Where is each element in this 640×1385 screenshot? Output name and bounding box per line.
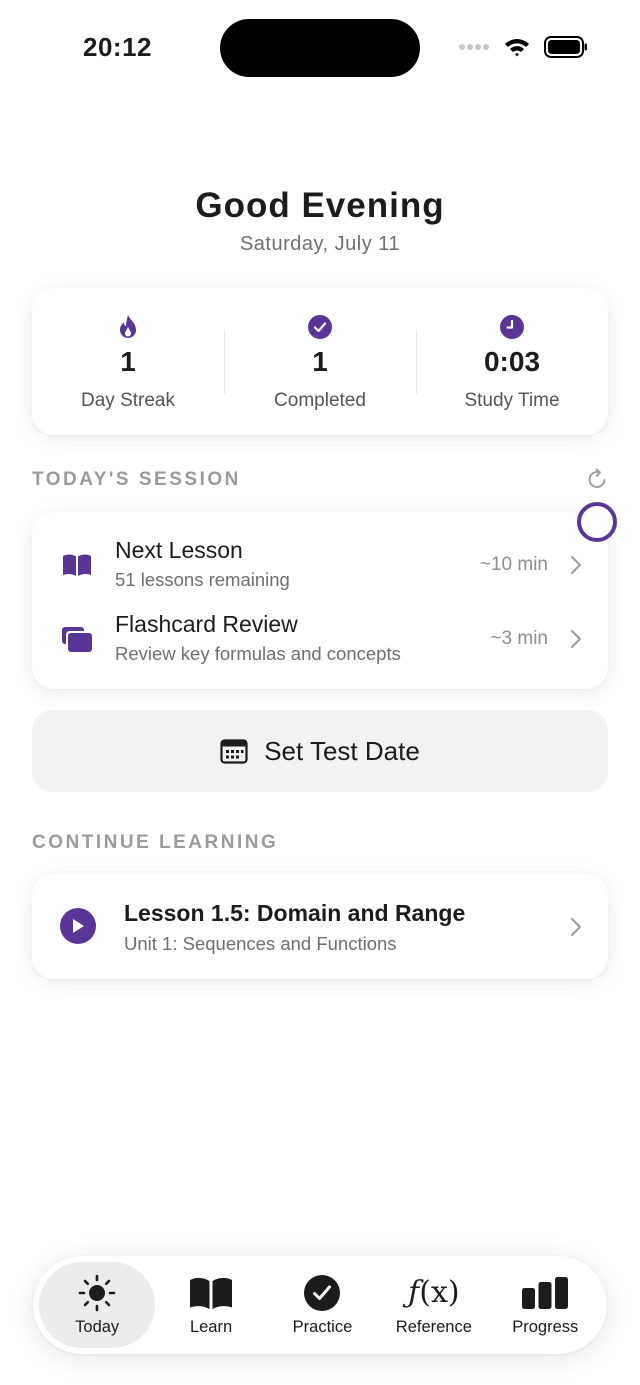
date-label: Saturday, July 11	[239, 233, 401, 255]
tab-practice[interactable]: Practice	[267, 1262, 378, 1348]
stat-label: Day Streak	[81, 390, 175, 411]
greeting-title: Good Evening	[195, 186, 445, 225]
status-bar: 20:12	[0, 0, 640, 100]
book-icon	[190, 1277, 233, 1309]
session-item-title: Flashcard Review	[115, 611, 298, 637]
refresh-button[interactable]	[584, 466, 610, 492]
tab-label: Learn	[189, 1317, 233, 1336]
stat-completed: 1 Completed	[224, 288, 416, 435]
continue-lesson-card[interactable]: Lesson 1.5: Domain and Range Unit 1: Seq…	[32, 874, 608, 979]
tab-today[interactable]: Today	[39, 1262, 156, 1348]
flame-icon	[120, 315, 136, 338]
calendar-icon	[220, 739, 248, 764]
tab-bar: Today Learn Practice ƒ(x) Reference Prog…	[33, 1256, 607, 1354]
stat-label: Completed	[274, 390, 366, 411]
checkmark-circle-icon	[308, 315, 332, 339]
chevron-right-icon	[570, 917, 582, 937]
set-test-date-button[interactable]: Set Test Date	[32, 710, 608, 792]
stat-study-time: 0:03 Study Time	[416, 288, 608, 435]
book-icon	[60, 548, 94, 582]
signal-dots-icon	[459, 44, 489, 50]
sun-icon	[78, 1274, 116, 1311]
session-item-next-lesson[interactable]: Next Lesson 51 lessons remaining ~10 min	[32, 528, 608, 602]
battery-icon	[544, 36, 587, 58]
set-test-date-label: Set Test Date	[264, 735, 420, 766]
session-item-flashcard-review[interactable]: Flashcard Review Review key formulas and…	[32, 602, 608, 676]
section-header-todays-session: TODAY'S SESSION	[32, 469, 241, 490]
checkmark-circle-icon	[304, 1274, 341, 1311]
stat-value: 1	[120, 346, 136, 377]
stat-label: Study Time	[464, 390, 560, 411]
session-item-duration: ~3 min	[490, 628, 548, 649]
dynamic-island	[220, 19, 420, 77]
session-item-subtitle: 51 lessons remaining	[115, 569, 290, 590]
wifi-icon	[505, 39, 529, 57]
stat-day-streak: 1 Day Streak	[32, 288, 224, 435]
tab-progress[interactable]: Progress	[490, 1262, 601, 1348]
stats-card: 1 Day Streak 1 Completed 0:03 Study Time	[32, 288, 608, 435]
chevron-right-icon	[570, 555, 582, 575]
tab-label: Progress	[512, 1317, 579, 1336]
cards-icon	[60, 622, 94, 656]
stat-value: 0:03	[483, 346, 541, 377]
clock-icon	[500, 315, 524, 339]
session-card: Next Lesson 51 lessons remaining ~10 min…	[32, 512, 608, 689]
tab-reference[interactable]: ƒ(x) Reference	[378, 1262, 489, 1348]
tab-label: Today	[75, 1317, 120, 1336]
tab-label: Practice	[292, 1317, 353, 1336]
section-header-continue-learning: CONTINUE LEARNING	[32, 832, 279, 853]
session-item-duration: ~10 min	[479, 554, 548, 575]
continue-lesson-title: Lesson 1.5: Domain and Range	[124, 900, 466, 926]
continue-lesson-subtitle: Unit 1: Sequences and Functions	[124, 933, 397, 954]
status-icons	[458, 36, 588, 58]
play-icon	[60, 908, 96, 944]
session-item-title: Next Lesson	[115, 537, 243, 563]
function-icon: ƒ(x)	[408, 1275, 460, 1310]
tab-learn[interactable]: Learn	[155, 1262, 266, 1348]
touch-indicator	[577, 502, 617, 542]
tab-label: Reference	[395, 1317, 472, 1336]
stat-value: 1	[312, 346, 328, 377]
refresh-icon	[588, 468, 606, 488]
session-item-subtitle: Review key formulas and concepts	[115, 643, 401, 664]
status-time: 20:12	[83, 32, 152, 62]
bar-chart-icon	[522, 1276, 569, 1309]
chevron-right-icon	[570, 629, 582, 649]
